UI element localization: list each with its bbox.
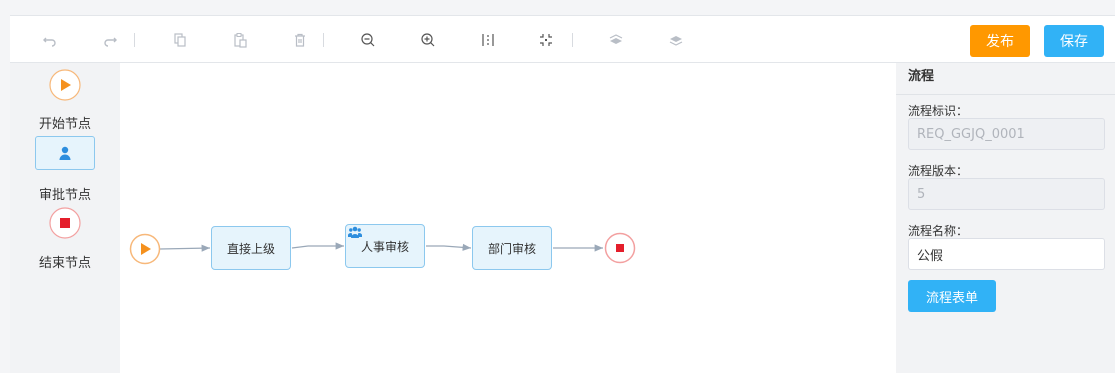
process-name-label: 流程名称： xyxy=(908,224,969,238)
flow-node-label: 直接上级 xyxy=(226,241,275,256)
delete-icon[interactable] xyxy=(288,28,312,52)
bring-front-icon[interactable] xyxy=(664,28,688,52)
undo-icon[interactable] xyxy=(38,28,62,52)
flow-node-label: 人事审核 xyxy=(360,240,409,254)
flow-node-label: 部门审核 xyxy=(487,241,536,256)
publish-button[interactable]: 发布 xyxy=(970,25,1030,57)
workflow-designer: 发布 保存 开始节点 审批节点 结束节点 直接上级 人事审核 部门审核 流程 流… xyxy=(0,0,1115,373)
process-id-label: 流程标识： xyxy=(908,104,969,118)
flow-node-2[interactable]: 人事审核 xyxy=(345,224,425,268)
flow-node-3[interactable]: 部门审核 xyxy=(472,226,552,270)
fit-actual-icon[interactable] xyxy=(534,28,558,52)
palette-approve-node[interactable] xyxy=(10,136,120,170)
start-node-icon xyxy=(49,69,81,101)
toolbar-divider xyxy=(323,33,324,47)
toolbar-divider xyxy=(572,33,573,47)
process-id-field[interactable] xyxy=(908,118,1105,150)
end-node[interactable] xyxy=(604,232,636,264)
flow-node-1[interactable]: 直接上级 xyxy=(211,226,291,270)
fit-width-icon[interactable] xyxy=(476,28,500,52)
process-form-button[interactable]: 流程表单 xyxy=(908,280,996,312)
design-canvas[interactable]: 直接上级 人事审核 部门审核 xyxy=(120,63,896,373)
zoom-out-icon[interactable] xyxy=(356,28,380,52)
palette-start-node[interactable] xyxy=(10,68,120,102)
end-node-icon xyxy=(49,207,81,239)
copy-icon[interactable] xyxy=(168,28,192,52)
palette-end-node[interactable] xyxy=(10,206,120,240)
properties-panel: 流程 流程标识： 流程版本： 流程名称： 流程表单 xyxy=(896,63,1115,373)
toolbar: 发布 保存 xyxy=(10,15,1115,63)
connector-node1-to-node2 xyxy=(291,242,344,250)
node-palette: 开始节点 审批节点 结束节点 xyxy=(10,63,120,373)
process-version-label: 流程版本： xyxy=(908,164,969,178)
send-back-icon[interactable] xyxy=(604,28,628,52)
save-button[interactable]: 保存 xyxy=(1044,25,1104,57)
flow-connectors xyxy=(159,242,603,252)
redo-icon[interactable] xyxy=(98,28,122,52)
users-icon xyxy=(347,226,363,241)
approve-node-icon xyxy=(35,136,95,170)
start-node[interactable] xyxy=(129,233,161,265)
end-node-label: 结束节点 xyxy=(38,256,91,271)
process-name-field[interactable] xyxy=(908,238,1105,270)
approve-node-label: 审批节点 xyxy=(38,188,91,203)
panel-title: 流程 xyxy=(896,63,1115,95)
paste-icon[interactable] xyxy=(228,28,252,52)
toolbar-divider xyxy=(134,33,135,47)
connector-start-to-node1 xyxy=(159,244,211,252)
start-node-label: 开始节点 xyxy=(38,117,91,132)
connector-node2-to-node3 xyxy=(426,243,472,251)
process-version-field[interactable] xyxy=(908,178,1105,210)
zoom-in-icon[interactable] xyxy=(416,28,440,52)
